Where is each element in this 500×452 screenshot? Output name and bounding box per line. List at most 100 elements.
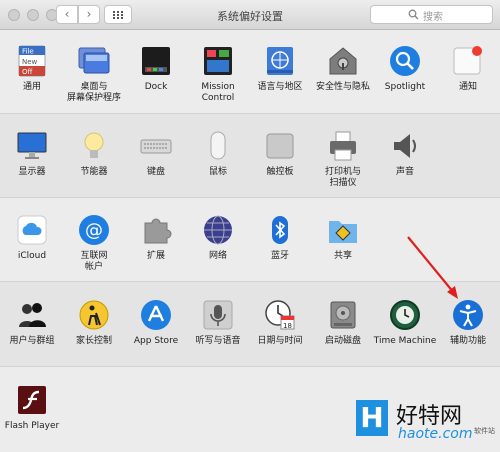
- pane-parental[interactable]: 家长控制: [62, 299, 126, 347]
- pane-label: 鼠标: [208, 167, 227, 177]
- keyboard-icon: [140, 130, 172, 162]
- pane-label: 桌面与 屏幕保护程序: [66, 82, 121, 103]
- pane-internet-accounts[interactable]: @ 互联网 帐户: [62, 214, 126, 273]
- accessibility-icon: [452, 299, 484, 331]
- mission-control-icon: [202, 45, 234, 77]
- spotlight-icon: [389, 45, 421, 77]
- pane-label: 声音: [395, 167, 414, 177]
- notifications-icon: [452, 45, 484, 77]
- title-bar: ‹ › 系统偏好设置 搜索: [0, 0, 500, 30]
- pane-label: 启动磁盘: [324, 336, 361, 346]
- pane-time-machine[interactable]: Time Machine: [373, 299, 437, 347]
- puzzle-piece-icon: [140, 214, 172, 246]
- pane-label: 网络: [208, 251, 227, 261]
- language-region-icon: [264, 45, 296, 77]
- display-icon: [16, 130, 48, 162]
- search-field[interactable]: 搜索: [370, 5, 493, 24]
- flash-player-icon: [16, 384, 48, 416]
- pane-spotlight[interactable]: Spotlight: [373, 45, 437, 93]
- pane-security[interactable]: 安全性与隐私: [311, 45, 375, 93]
- pane-label: 扩展: [146, 251, 165, 261]
- svg-text:Off: Off: [22, 68, 33, 76]
- pane-startup-disk[interactable]: 启动磁盘: [311, 299, 375, 347]
- app-store-icon: [140, 299, 172, 331]
- watermark-tag: 软件站: [474, 427, 495, 435]
- pane-label: App Store: [133, 336, 179, 346]
- pane-label: 安全性与隐私: [315, 82, 370, 92]
- printer-icon: [327, 130, 359, 162]
- sharing-folder-icon: [327, 214, 359, 246]
- microphone-icon: [202, 299, 234, 331]
- security-privacy-icon: [327, 45, 359, 77]
- pane-label: 用户与群组: [9, 336, 55, 346]
- pane-mission-control[interactable]: Mission Control: [186, 45, 250, 104]
- hard-disk-icon: [327, 299, 359, 331]
- pane-label: 共享: [333, 251, 352, 261]
- pane-label: 语言与地区: [257, 82, 303, 92]
- pane-flash-player[interactable]: Flash Player: [0, 384, 64, 432]
- speaker-icon: [389, 130, 421, 162]
- pane-label: 键盘: [146, 167, 165, 177]
- pane-general[interactable]: File New Off 通用: [0, 45, 64, 93]
- mouse-icon: [202, 130, 234, 162]
- pane-extensions[interactable]: 扩展: [124, 214, 188, 262]
- pane-label: 辅助功能: [449, 336, 486, 346]
- pane-label: 打印机与 扫描仪: [324, 167, 361, 188]
- pane-sound[interactable]: 声音: [373, 130, 437, 178]
- search-placeholder: 搜索: [423, 12, 443, 23]
- dock-icon: [140, 45, 172, 77]
- pane-accessibility[interactable]: 辅助功能: [436, 299, 500, 347]
- pane-date-time[interactable]: 18 日期与时间: [248, 299, 312, 347]
- svg-text:New: New: [22, 58, 38, 66]
- pane-label: 通用: [22, 82, 41, 92]
- pane-label: 蓝牙: [270, 251, 289, 261]
- pane-label: 听写与语音: [195, 336, 241, 346]
- trackpad-icon: [264, 130, 296, 162]
- pane-label: iCloud: [17, 251, 47, 261]
- pane-label: 显示器: [18, 167, 46, 177]
- pane-label: Dock: [144, 82, 168, 92]
- pane-label: 家长控制: [75, 336, 112, 346]
- watermark-url: haote.com: [398, 426, 473, 442]
- pane-label: 日期与时间: [257, 336, 303, 346]
- pane-dock[interactable]: Dock: [124, 45, 188, 93]
- general-icon: File New Off: [16, 45, 48, 77]
- pane-label: Time Machine: [373, 336, 437, 346]
- pane-icloud[interactable]: iCloud: [0, 214, 64, 262]
- pane-energy[interactable]: 节能器: [62, 130, 126, 178]
- search-icon: [408, 9, 419, 20]
- svg-text:18: 18: [283, 322, 292, 330]
- pane-label: 通知: [458, 82, 477, 92]
- desktop-screensaver-icon: [78, 45, 110, 77]
- pane-keyboard[interactable]: 键盘: [124, 130, 188, 178]
- pane-dictation[interactable]: 听写与语音: [186, 299, 250, 347]
- pane-language[interactable]: 语言与地区: [248, 45, 312, 93]
- users-groups-icon: [16, 299, 48, 331]
- parental-controls-icon: [78, 299, 110, 331]
- icloud-icon: [16, 214, 48, 246]
- pane-notifications[interactable]: 通知: [436, 45, 500, 93]
- pane-mouse[interactable]: 鼠标: [186, 130, 250, 178]
- pane-trackpad[interactable]: 触控板: [248, 130, 312, 178]
- watermark-logo: H: [356, 400, 388, 436]
- watermark: H 好特网 haote.com 软件站: [356, 398, 496, 450]
- pane-network[interactable]: 网络: [186, 214, 250, 262]
- pane-users[interactable]: 用户与群组: [0, 299, 64, 347]
- time-machine-icon: [389, 299, 421, 331]
- globe-network-icon: [202, 214, 234, 246]
- pane-label: 互联网 帐户: [80, 251, 108, 272]
- pane-app-store[interactable]: App Store: [124, 299, 188, 347]
- svg-text:@: @: [85, 220, 103, 241]
- pane-sharing[interactable]: 共享: [311, 214, 375, 262]
- at-sign-icon: @: [78, 214, 110, 246]
- pane-printers[interactable]: 打印机与 扫描仪: [311, 130, 375, 189]
- pane-desktop[interactable]: 桌面与 屏幕保护程序: [62, 45, 126, 104]
- svg-text:File: File: [22, 48, 34, 56]
- pane-bluetooth[interactable]: 蓝牙: [248, 214, 312, 262]
- bluetooth-icon: [264, 214, 296, 246]
- lightbulb-icon: [78, 130, 110, 162]
- clock-calendar-icon: 18: [264, 299, 296, 331]
- pane-displays[interactable]: 显示器: [0, 130, 64, 178]
- pane-label: 节能器: [80, 167, 108, 177]
- pane-label: 触控板: [266, 167, 294, 177]
